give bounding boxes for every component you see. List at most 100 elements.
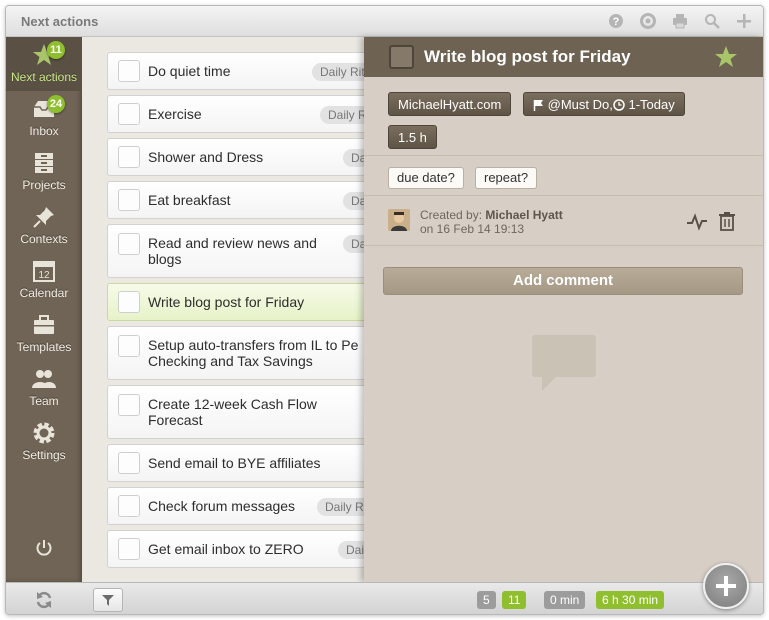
sidebar-item-templates[interactable]: Templates	[6, 307, 82, 361]
sidebar-item-inbox[interactable]: 24 Inbox	[6, 91, 82, 145]
task-title: Get email inbox to ZERO	[148, 541, 304, 557]
avatar	[388, 209, 410, 231]
print-icon[interactable]	[671, 12, 689, 30]
sidebar: 11 Next actions 24 Inbox Projects Contex…	[6, 37, 82, 582]
plus-icon[interactable]	[735, 12, 753, 30]
sidebar-item-settings[interactable]: Settings	[6, 415, 82, 469]
calendar-icon: 12	[33, 261, 55, 282]
inbox-badge: 24	[47, 95, 65, 113]
task-detail-panel: Write blog post for Friday MichaelHyatt.…	[364, 37, 763, 582]
sidebar-item-label: Calendar	[19, 286, 69, 300]
task-tag: Daily Rit	[312, 63, 364, 81]
filter-icon	[102, 595, 114, 606]
toolbar-icons: ?	[607, 12, 753, 30]
search-icon[interactable]	[703, 12, 721, 30]
detail-title[interactable]: Write blog post for Friday	[424, 47, 631, 67]
projects-icon	[35, 153, 53, 173]
support-icon[interactable]	[639, 12, 657, 30]
task-checkbox[interactable]	[118, 189, 140, 211]
sidebar-item-label: Next actions	[10, 70, 78, 84]
due-date-button[interactable]: due date?	[388, 167, 464, 189]
task-row[interactable]: Setup auto-transfers from IL to Pe Check…	[107, 326, 364, 380]
time-badge: 6 h 30 min	[596, 591, 665, 609]
task-checkbox[interactable]	[118, 103, 140, 125]
task-tag: Da	[343, 149, 364, 167]
task-title: Eat breakfast	[148, 192, 231, 208]
task-checkbox[interactable]	[118, 394, 140, 416]
priority-label: 1-Today	[628, 97, 675, 112]
task-row[interactable]: Create 12-week Cash Flow Forecast	[107, 385, 364, 439]
context-tag[interactable]: @Must Do, 1-Today	[523, 92, 685, 116]
task-row[interactable]: Send email to BYE affiliates	[107, 444, 364, 482]
detail-complete-checkbox[interactable]	[389, 45, 414, 69]
flag-icon	[533, 100, 543, 111]
svg-text:12: 12	[38, 270, 50, 281]
gear-icon	[33, 422, 55, 444]
sync-icon[interactable]	[34, 590, 54, 610]
sidebar-item-calendar[interactable]: 12 Calendar	[6, 253, 82, 307]
task-title: Read and review news and blogs	[148, 235, 317, 267]
created-by: Michael Hyatt	[485, 208, 563, 222]
window-title: Next actions	[21, 14, 99, 29]
add-comment-button[interactable]: Add comment	[383, 267, 743, 295]
star-icon[interactable]	[714, 45, 738, 69]
task-checkbox[interactable]	[118, 538, 140, 560]
count-badge: 5	[477, 591, 496, 609]
repeat-button[interactable]: repeat?	[475, 167, 538, 189]
sidebar-item-next-actions[interactable]: 11 Next actions	[6, 37, 82, 91]
sidebar-item-projects[interactable]: Projects	[6, 145, 82, 199]
comment-bubble-icon	[532, 335, 596, 391]
task-row[interactable]: Read and review news and blogs Da	[107, 224, 364, 278]
task-checkbox[interactable]	[118, 335, 140, 357]
sidebar-item-label: Inbox	[29, 124, 59, 138]
sidebar-item-team[interactable]: Team	[6, 361, 82, 415]
task-title: Send email to BYE affiliates	[148, 455, 321, 471]
task-checkbox[interactable]	[118, 146, 140, 168]
trash-icon[interactable]	[716, 211, 738, 231]
task-list: Do quiet time Daily Rit Exercise Daily R…	[82, 37, 364, 582]
task-checkbox[interactable]	[118, 495, 140, 517]
divider	[364, 195, 763, 196]
task-checkbox[interactable]	[118, 60, 140, 82]
task-checkbox[interactable]	[118, 452, 140, 474]
task-tag: Daily R	[320, 106, 364, 124]
help-icon[interactable]: ?	[607, 12, 625, 30]
add-task-button[interactable]	[703, 563, 749, 609]
sidebar-item-label: Contexts	[20, 232, 68, 246]
task-tag: Dai	[338, 541, 364, 559]
created-date: on 16 Feb 14 19:13	[420, 222, 525, 236]
sidebar-item-label: Templates	[16, 340, 72, 354]
task-row[interactable]: Shower and Dress Da	[107, 138, 364, 176]
detail-header: Write blog post for Friday	[364, 37, 763, 77]
task-title: Setup auto-transfers from IL to Pe Check…	[148, 337, 359, 369]
divider	[364, 155, 763, 156]
task-title: Write blog post for Friday	[148, 294, 305, 310]
task-row[interactable]: Do quiet time Daily Rit	[107, 52, 364, 90]
task-row-selected[interactable]: Write blog post for Friday	[107, 283, 364, 321]
duration-tag[interactable]: 1.5 h	[388, 125, 437, 149]
team-icon	[32, 370, 56, 388]
power-icon[interactable]	[35, 539, 53, 557]
filter-button[interactable]	[93, 588, 123, 612]
pin-icon	[33, 207, 54, 228]
title-bar: Next actions ?	[6, 6, 763, 37]
task-row[interactable]: Check forum messages Daily R	[107, 487, 364, 525]
time-badge: 0 min	[544, 591, 586, 609]
activity-icon[interactable]	[686, 211, 708, 231]
task-row[interactable]: Get email inbox to ZERO Dai	[107, 530, 364, 568]
created-label: Created by:	[420, 208, 483, 222]
sidebar-item-contexts[interactable]: Contexts	[6, 199, 82, 253]
count-badge: 11	[502, 591, 527, 609]
task-title: Shower and Dress	[148, 149, 264, 165]
task-checkbox[interactable]	[118, 233, 140, 255]
project-tag[interactable]: MichaelHyatt.com	[388, 92, 512, 116]
bottom-bar: 5 11 0 min 6 h 30 min	[6, 582, 763, 614]
created-info: Created by: Michael Hyatt on 16 Feb 14 1…	[420, 208, 563, 236]
clock-icon	[613, 99, 625, 111]
sidebar-item-label: Team	[29, 394, 59, 408]
sidebar-item-label: Settings	[22, 448, 66, 462]
app-window: Next actions ? 11 Next actions 24 Inbox …	[5, 5, 764, 615]
task-checkbox[interactable]	[118, 291, 140, 313]
task-row[interactable]: Exercise Daily R	[107, 95, 364, 133]
task-row[interactable]: Eat breakfast Da	[107, 181, 364, 219]
